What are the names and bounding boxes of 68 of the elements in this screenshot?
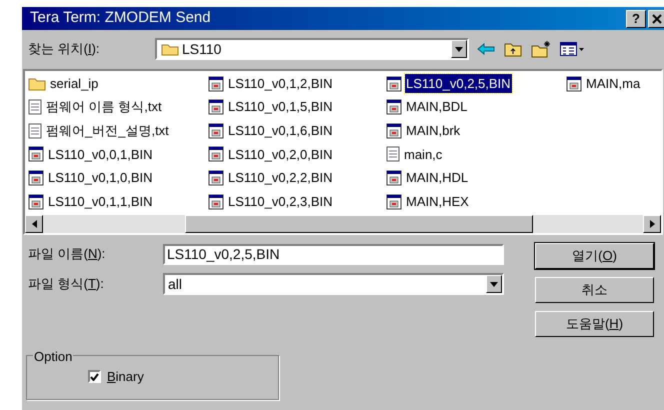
text-file-icon xyxy=(28,99,42,116)
text-file-icon xyxy=(386,146,400,162)
help-button[interactable]: ? xyxy=(626,10,646,28)
down-arrow-icon xyxy=(490,282,498,286)
binary-file-icon xyxy=(386,99,402,116)
file-item[interactable]: 펌웨어 이름 형식,txt xyxy=(45,97,163,117)
file-item[interactable]: LS110_v0,2,2,BIN xyxy=(227,168,334,188)
dropdown-arrow-button[interactable] xyxy=(451,40,467,58)
dropdown-arrow-button[interactable] xyxy=(486,275,502,293)
binary-file-icon xyxy=(386,122,402,139)
file-item[interactable]: MAIN,BDL xyxy=(405,97,468,117)
file-item[interactable]: LS110_v0,1,2,BIN xyxy=(227,74,334,94)
binary-file-icon xyxy=(386,170,402,186)
file-item[interactable]: MAIN,ma xyxy=(585,74,642,94)
folder-icon xyxy=(28,76,46,91)
dialog-button[interactable]: 열기(O) xyxy=(535,243,654,269)
window-title: Tera Term: ZMODEM Send xyxy=(30,8,211,28)
look-in-dropdown[interactable]: LS110 xyxy=(155,38,469,60)
binary-checkbox[interactable] xyxy=(88,370,101,384)
scrollbar-thumb[interactable] xyxy=(185,215,533,233)
binary-file-icon xyxy=(566,76,582,92)
right-arrow-icon xyxy=(650,220,654,228)
binary-file-icon xyxy=(28,170,44,186)
file-item[interactable]: LS110_v0,2,3,BIN xyxy=(227,192,334,212)
file-item[interactable]: LS110_v0,1,6,BIN xyxy=(227,121,334,141)
file-item[interactable]: LS110_v0,2,0,BIN xyxy=(227,144,334,164)
back-arrow-icon[interactable] xyxy=(477,43,495,55)
binary-file-icon xyxy=(28,146,44,162)
view-menu-icon[interactable] xyxy=(560,42,584,56)
file-item[interactable]: MAIN,HDL xyxy=(405,168,470,188)
file-item[interactable]: serial_ip xyxy=(49,74,100,94)
file-item[interactable]: LS110_v0,2,5,BIN xyxy=(405,74,512,94)
close-button[interactable] xyxy=(648,10,664,28)
horizontal-scrollbar[interactable] xyxy=(25,215,661,233)
dialog-button[interactable]: 취소 xyxy=(535,277,654,303)
binary-file-icon xyxy=(208,122,224,139)
binary-file-icon xyxy=(208,194,224,210)
close-icon xyxy=(652,14,662,24)
new-folder-icon[interactable] xyxy=(531,40,551,58)
file-item[interactable]: 펌웨어_버전_설명,txt xyxy=(45,121,170,141)
down-arrow-icon xyxy=(455,46,463,52)
file-item[interactable]: MAIN,HEX xyxy=(405,192,470,212)
file-item[interactable]: LS110_v0,1,5,BIN xyxy=(227,97,334,117)
binary-file-icon xyxy=(386,76,402,92)
file-item[interactable]: LS110_v0,1,1,BIN xyxy=(47,192,154,212)
up-folder-icon[interactable] xyxy=(504,41,522,57)
binary-file-icon xyxy=(386,194,402,210)
file-name-field[interactable]: LS110_v0,2,5,BIN xyxy=(163,244,504,264)
file-type-dropdown[interactable]: all xyxy=(163,273,504,295)
scroll-left-button[interactable] xyxy=(25,215,43,233)
scroll-right-button[interactable] xyxy=(643,215,661,233)
binary-file-icon xyxy=(208,99,224,116)
dialog-button[interactable]: 도움말(H) xyxy=(535,311,654,337)
binary-file-icon xyxy=(208,76,224,92)
file-item[interactable]: LS110_v0,0,1,BIN xyxy=(47,144,154,164)
file-item[interactable]: LS110_v0,1,0,BIN xyxy=(47,168,154,188)
binary-label: Binary xyxy=(107,368,144,386)
file-item[interactable]: main,c xyxy=(403,144,444,164)
text-file-icon xyxy=(28,122,42,139)
look-in-label: 찾는 위치(I): xyxy=(28,40,101,58)
left-arrow-icon xyxy=(32,220,36,228)
file-name-label: 파일 이름(N): xyxy=(28,245,106,264)
folder-icon xyxy=(161,42,179,56)
binary-file-icon xyxy=(208,170,224,186)
binary-file-icon xyxy=(28,194,44,210)
file-item[interactable]: MAIN,brk xyxy=(405,121,462,141)
file-type-label: 파일 형식(T): xyxy=(28,275,105,294)
binary-file-icon xyxy=(208,146,224,162)
